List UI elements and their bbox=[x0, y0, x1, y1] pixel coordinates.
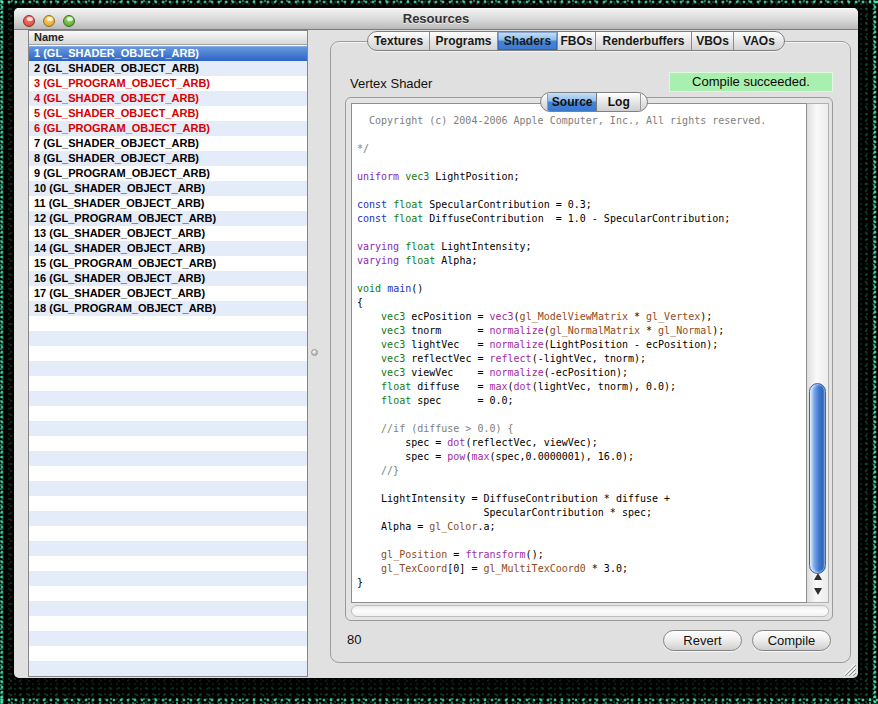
list-item[interactable]: 4 (GL_SHADER_OBJECT_ARB) bbox=[29, 91, 307, 106]
window-title: Resources bbox=[14, 8, 858, 30]
tab-fbos[interactable]: FBOs bbox=[558, 32, 596, 50]
wallpaper-edge bbox=[0, 0, 878, 4]
compile-button[interactable]: Compile bbox=[752, 630, 831, 651]
horizontal-scrollbar[interactable] bbox=[351, 605, 829, 617]
list-item[interactable]: 8 (GL_SHADER_OBJECT_ARB) bbox=[29, 151, 307, 166]
wallpaper-edge bbox=[0, 698, 878, 704]
list-item[interactable]: 14 (GL_SHADER_OBJECT_ARB) bbox=[29, 241, 307, 256]
list-item[interactable]: 1 (GL_SHADER_OBJECT_ARB) bbox=[29, 46, 307, 61]
compile-status-badge: Compile succeeded. bbox=[669, 72, 833, 92]
source-log-segmented: Source Log bbox=[540, 92, 648, 112]
list-item[interactable]: 10 (GL_SHADER_OBJECT_ARB) bbox=[29, 181, 307, 196]
list-header-label: Name bbox=[34, 31, 64, 43]
resources-window: Resources Name 1 (GL_SHADER_OBJECT_ARB)2… bbox=[14, 8, 858, 678]
tab-source[interactable]: Source bbox=[547, 93, 598, 111]
tab-renderbuffers[interactable]: Renderbuffers bbox=[596, 32, 692, 50]
tab-shaders[interactable]: Shaders bbox=[498, 32, 558, 50]
window-titlebar[interactable]: Resources bbox=[14, 8, 858, 30]
tab-vbos[interactable]: VBOs bbox=[692, 32, 734, 50]
list-item[interactable]: 7 (GL_SHADER_OBJECT_ARB) bbox=[29, 136, 307, 151]
tab-programs[interactable]: Programs bbox=[430, 32, 498, 50]
desktop: { "window": { "title": "Resources" }, "s… bbox=[0, 0, 878, 704]
list-item[interactable]: 13 (GL_SHADER_OBJECT_ARB) bbox=[29, 226, 307, 241]
scroll-down-arrow[interactable] bbox=[807, 588, 828, 595]
list-item[interactable]: 6 (GL_PROGRAM_OBJECT_ARB) bbox=[29, 121, 307, 136]
list-header-name[interactable]: Name bbox=[29, 31, 307, 45]
wallpaper-edge bbox=[873, 0, 878, 704]
line-count: 80 bbox=[347, 632, 361, 647]
scrollbar-thumb[interactable] bbox=[809, 383, 826, 574]
list-item[interactable]: 18 (GL_PROGRAM_OBJECT_ARB) bbox=[29, 301, 307, 316]
resize-grip[interactable] bbox=[841, 661, 856, 676]
scroll-up-arrow[interactable] bbox=[807, 573, 828, 580]
tab-textures[interactable]: Textures bbox=[368, 32, 430, 50]
splitter-handle[interactable] bbox=[311, 349, 318, 356]
list-item[interactable]: 2 (GL_SHADER_OBJECT_ARB) bbox=[29, 61, 307, 76]
list-item[interactable]: 5 (GL_SHADER_OBJECT_ARB) bbox=[29, 106, 307, 121]
list-item[interactable]: 3 (GL_PROGRAM_OBJECT_ARB) bbox=[29, 76, 307, 91]
list-item[interactable]: 9 (GL_PROGRAM_OBJECT_ARB) bbox=[29, 166, 307, 181]
tab-bar: TexturesProgramsShadersFBOsRenderbuffers… bbox=[367, 31, 785, 51]
resource-list: Name 1 (GL_SHADER_OBJECT_ARB)2 (GL_SHADE… bbox=[28, 30, 308, 677]
code-scrollview: Copyright (c) 2004-2006 Apple Computer, … bbox=[345, 97, 833, 621]
resource-rows: 1 (GL_SHADER_OBJECT_ARB)2 (GL_SHADER_OBJ… bbox=[29, 46, 307, 676]
list-item[interactable]: 17 (GL_SHADER_OBJECT_ARB) bbox=[29, 286, 307, 301]
list-item[interactable]: 11 (GL_SHADER_OBJECT_ARB) bbox=[29, 196, 307, 211]
list-item[interactable]: 16 (GL_SHADER_OBJECT_ARB) bbox=[29, 271, 307, 286]
vertical-scrollbar[interactable] bbox=[807, 103, 829, 603]
wallpaper-edge bbox=[0, 0, 5, 704]
shader-type-label: Vertex Shader bbox=[350, 76, 432, 91]
list-item[interactable]: 12 (GL_PROGRAM_OBJECT_ARB) bbox=[29, 211, 307, 226]
list-item[interactable]: 15 (GL_PROGRAM_OBJECT_ARB) bbox=[29, 256, 307, 271]
revert-button[interactable]: Revert bbox=[663, 630, 742, 651]
tab-vaos[interactable]: VAOs bbox=[734, 32, 784, 50]
tab-log[interactable]: Log bbox=[597, 93, 641, 111]
code-editor[interactable]: Copyright (c) 2004-2006 Apple Computer, … bbox=[351, 103, 807, 603]
